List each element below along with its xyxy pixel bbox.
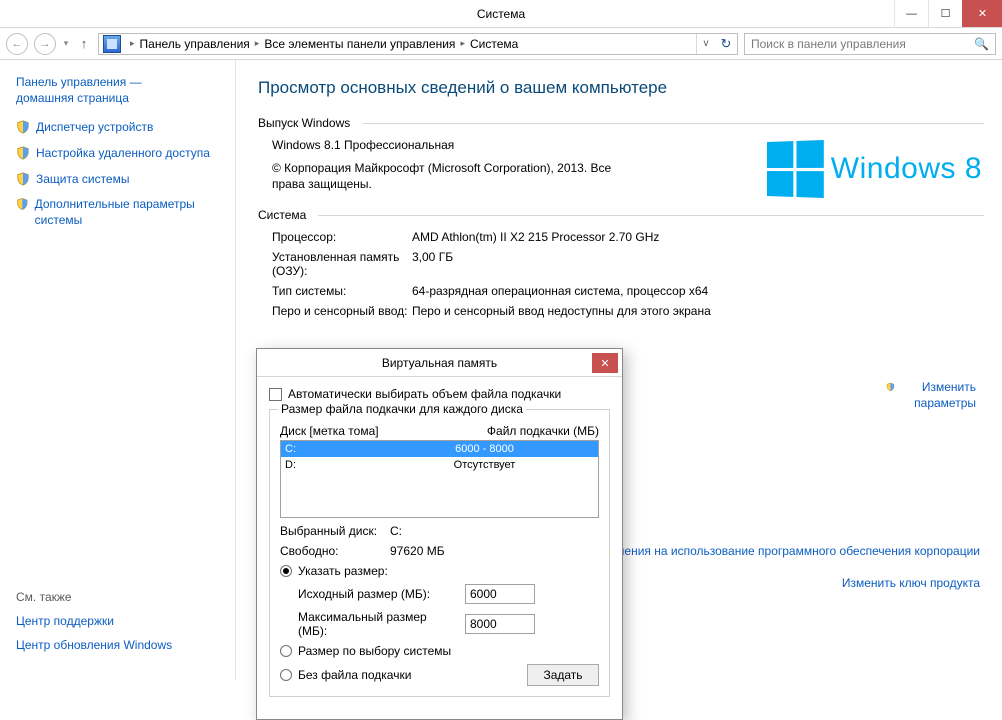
- label-max-size: Максимальный размер (МБ):: [280, 610, 455, 638]
- radio-icon: [280, 565, 292, 577]
- history-dropdown[interactable]: ▾: [62, 38, 70, 49]
- label-processor: Процессор:: [272, 230, 412, 244]
- group-header: Система: [258, 208, 984, 222]
- navigation-toolbar: ← → ▾ ↑ ▸ Панель управления ▸ Все элемен…: [0, 28, 1002, 60]
- shield-icon: [16, 172, 30, 186]
- label-free-space: Свободно:: [280, 544, 390, 558]
- arrow-right-icon: →: [40, 38, 51, 50]
- close-icon: ✕: [600, 357, 609, 370]
- sidebar-item-advanced-system[interactable]: Дополнительные параметры системы: [16, 197, 225, 228]
- window-buttons: — ☐ ✕: [894, 0, 1002, 27]
- max-size-input[interactable]: [465, 614, 535, 634]
- windows-update-link[interactable]: Центр обновления Windows: [16, 638, 172, 652]
- copyright-text: © Корпорация Майкрософт (Microsoft Corpo…: [272, 160, 642, 192]
- checkbox-icon: [269, 388, 282, 401]
- shield-icon: [886, 380, 895, 394]
- control-panel-icon: [103, 35, 121, 53]
- see-also-section: См. также Центр поддержки Центр обновлен…: [16, 590, 172, 662]
- window-title: Система: [0, 7, 1002, 21]
- search-input[interactable]: Поиск в панели управления 🔍: [744, 33, 996, 55]
- refresh-button[interactable]: ↻: [715, 36, 737, 52]
- change-product-key-link[interactable]: Изменить ключ продукта: [842, 576, 980, 590]
- breadcrumb-item[interactable]: Панель управления: [140, 37, 250, 51]
- virtual-memory-dialog: Виртуальная память ✕ Автоматически выбир…: [256, 348, 623, 720]
- initial-size-input[interactable]: [465, 584, 535, 604]
- search-icon: 🔍: [974, 37, 989, 51]
- refresh-icon: ↻: [721, 36, 732, 51]
- group-header: Выпуск Windows: [258, 116, 984, 130]
- license-agreement-link[interactable]: соглашения на использование программного…: [584, 544, 980, 558]
- up-button[interactable]: ↑: [76, 36, 92, 51]
- shield-icon: [16, 146, 30, 160]
- value-free-space: 97620 МБ: [390, 544, 445, 558]
- arrow-up-icon: ↑: [81, 36, 88, 51]
- forward-button[interactable]: →: [34, 33, 56, 55]
- dialog-titlebar[interactable]: Виртуальная память ✕: [257, 349, 622, 377]
- page-heading: Просмотр основных сведений о вашем компь…: [258, 78, 984, 98]
- value-processor: AMD Athlon(tm) II X2 215 Processor 2.70 …: [412, 230, 984, 244]
- address-dropdown[interactable]: v: [697, 38, 715, 49]
- window-titlebar: Система — ☐ ✕: [0, 0, 1002, 28]
- breadcrumb: ▸ Панель управления ▸ Все элементы панел…: [125, 37, 696, 51]
- label-pen-touch: Перо и сенсорный ввод:: [272, 304, 412, 318]
- address-bar-buttons: v ↻: [696, 34, 737, 54]
- change-settings-link[interactable]: Изменить параметры: [886, 380, 976, 411]
- sidebar-item-device-manager[interactable]: Диспетчер устройств: [16, 120, 225, 136]
- paging-file-group: Размер файла подкачки для каждого диска …: [269, 409, 610, 697]
- radio-custom-size[interactable]: Указать размер:: [280, 564, 599, 578]
- breadcrumb-item[interactable]: Все элементы панели управления: [264, 37, 455, 51]
- set-button[interactable]: Задать: [527, 664, 599, 686]
- maximize-button[interactable]: ☐: [928, 0, 962, 27]
- column-header-disk: Диск [метка тома]: [280, 424, 379, 438]
- chevron-right-icon: ▸: [459, 38, 466, 49]
- search-placeholder: Поиск в панели управления: [751, 37, 906, 51]
- radio-icon: [280, 669, 292, 681]
- list-item[interactable]: C: 6000 - 8000: [281, 441, 598, 457]
- value-selected-drive: C:: [390, 524, 402, 538]
- windows-logo: Windows 8: [767, 142, 982, 196]
- sidebar-item-remote-settings[interactable]: Настройка удаленного доступа: [16, 146, 225, 162]
- minimize-button[interactable]: —: [894, 0, 928, 27]
- see-also-header: См. также: [16, 590, 172, 604]
- group-title: Размер файла подкачки для каждого диска: [278, 402, 526, 416]
- chevron-right-icon: ▸: [254, 38, 261, 49]
- shield-icon: [16, 197, 29, 211]
- close-button[interactable]: ✕: [962, 0, 1002, 27]
- back-button[interactable]: ←: [6, 33, 28, 55]
- value-system-type: 64-разрядная операционная система, проце…: [412, 284, 984, 298]
- value-pen-touch: Перо и сенсорный ввод недоступны для это…: [412, 304, 984, 318]
- shield-icon: [16, 120, 30, 134]
- chevron-right-icon: ▸: [129, 38, 136, 49]
- label-initial-size: Исходный размер (МБ):: [280, 587, 455, 601]
- windows-logo-icon: [767, 140, 824, 198]
- dialog-close-button[interactable]: ✕: [592, 353, 618, 373]
- arrow-left-icon: ←: [12, 38, 23, 50]
- breadcrumb-item[interactable]: Система: [470, 37, 518, 51]
- label-selected-drive: Выбранный диск:: [280, 524, 390, 538]
- windows-logo-text: Windows 8: [831, 152, 982, 186]
- auto-manage-checkbox[interactable]: Автоматически выбирать объем файла подка…: [269, 387, 610, 401]
- control-panel-home-link[interactable]: Панель управления — домашняя страница: [16, 74, 225, 106]
- list-item[interactable]: D: Отсутствует: [281, 457, 598, 473]
- label-ram: Установленная память (ОЗУ):: [272, 250, 412, 278]
- column-header-pagefile: Файл подкачки (МБ): [487, 424, 599, 438]
- sidebar-item-system-protection[interactable]: Защита системы: [16, 172, 225, 188]
- dialog-title: Виртуальная память: [382, 356, 497, 370]
- radio-icon: [280, 645, 292, 657]
- drive-listbox[interactable]: C: 6000 - 8000 D: Отсутствует: [280, 440, 599, 518]
- system-group: Система Процессор:AMD Athlon(tm) II X2 2…: [258, 208, 984, 318]
- label-system-type: Тип системы:: [272, 284, 412, 298]
- value-ram: 3,00 ГБ: [412, 250, 984, 278]
- address-bar[interactable]: ▸ Панель управления ▸ Все элементы панел…: [98, 33, 738, 55]
- sidebar: Панель управления — домашняя страница Ди…: [0, 60, 236, 680]
- action-center-link[interactable]: Центр поддержки: [16, 614, 172, 628]
- radio-system-managed[interactable]: Размер по выбору системы: [280, 644, 599, 658]
